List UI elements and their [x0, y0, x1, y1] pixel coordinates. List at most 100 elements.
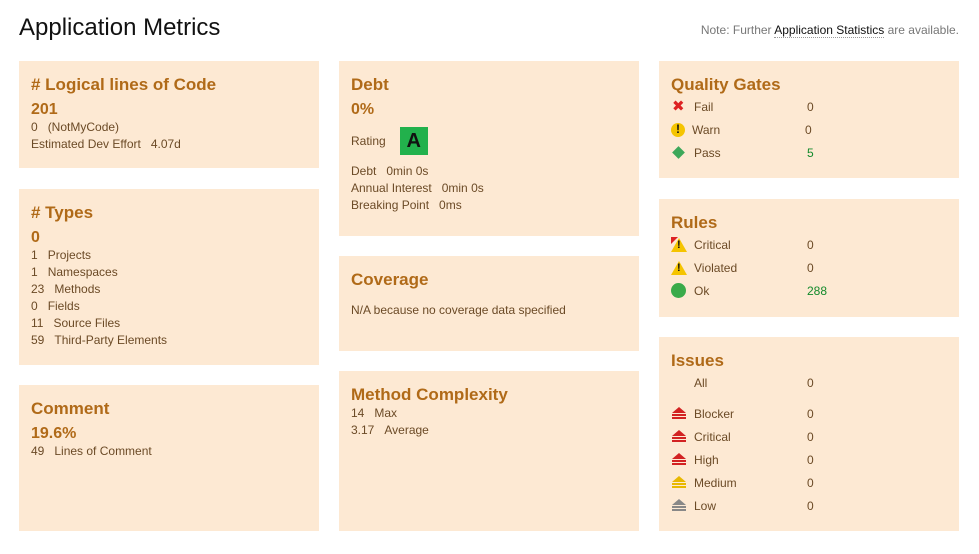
types-row: 1 Projects: [31, 247, 307, 264]
loc-value: 201: [31, 101, 58, 118]
low-icon: [671, 498, 687, 514]
debt-card: Debt 0% Rating A Debt 0min 0s Annual Inte…: [339, 61, 639, 236]
types-row-label: Third-Party Elements: [54, 333, 168, 347]
loc-card: # Logical lines of Code 201 0 (NotMyCode)…: [19, 61, 319, 168]
rules-value: 0: [807, 237, 814, 252]
debt-row-label: Breaking Point: [351, 198, 430, 212]
issues-card: Issues All 0 Blocker 0 Critical 0 High 0 Med…: [659, 337, 959, 531]
issues-label: All: [694, 375, 708, 390]
debt-row-value: 0min 0s: [441, 181, 484, 195]
complexity-max-label: Max: [374, 406, 398, 420]
debt-row: Debt 0min 0s: [351, 163, 627, 180]
quality-gate-pass[interactable]: Pass 5: [671, 141, 947, 164]
issues-critical[interactable]: Critical 0: [671, 425, 947, 448]
issues-high[interactable]: High 0: [671, 448, 947, 471]
rules-label: Violated: [694, 260, 738, 275]
issues-title: Issues: [671, 351, 724, 370]
note-prefix: Note: Further: [700, 23, 775, 37]
statistics-note: Note: Further Application Statistics are…: [700, 23, 959, 38]
issues-blocker[interactable]: Blocker 0: [671, 402, 947, 425]
issues-label: High: [694, 452, 719, 467]
comment-lines: 49 Lines of Comment: [31, 443, 307, 460]
debt-value: 0%: [351, 101, 375, 118]
page-title: Application Metrics: [19, 14, 221, 41]
medium-icon: [671, 475, 687, 491]
types-row: 0 Fields: [31, 298, 307, 315]
debt-row-label: Annual Interest: [351, 181, 432, 195]
types-row-label: Projects: [47, 248, 92, 262]
rules-violated[interactable]: Violated 0: [671, 256, 947, 279]
types-row-count: 1: [31, 248, 38, 262]
comment-value: 19.6%: [31, 425, 77, 442]
complexity-average-value: 3.17: [351, 423, 375, 437]
high-icon: [671, 452, 687, 468]
types-row-label: Fields: [47, 299, 80, 313]
types-row-count: 1: [31, 265, 38, 279]
issues-value: 0: [807, 429, 814, 444]
quality-gate-value: 5: [807, 145, 814, 160]
types-row-label: Source Files: [53, 316, 121, 330]
rules-label: Ok: [694, 283, 710, 298]
blocker-icon: [671, 406, 687, 422]
comment-title: Comment: [31, 399, 110, 418]
quality-gate-label: Warn: [692, 122, 721, 137]
issues-label: Critical: [694, 429, 731, 444]
rating-label: Rating: [351, 134, 386, 148]
debt-row-label: Debt: [351, 164, 377, 178]
types-row-label: Methods: [54, 282, 101, 296]
coverage-card: Coverage N/A because no coverage data sp…: [339, 256, 639, 351]
rules-ok[interactable]: Ok 288: [671, 279, 947, 302]
quality-gate-warn[interactable]: Warn 0: [671, 118, 947, 141]
issues-low[interactable]: Low 0: [671, 494, 947, 517]
fail-icon: [671, 97, 687, 115]
loc-notmycode: 0 (NotMyCode): [31, 119, 307, 136]
complexity-max: 14 Max: [351, 405, 627, 422]
warning-icon: [671, 122, 685, 137]
critical-rule-icon: [671, 236, 687, 253]
violated-rule-icon: [671, 260, 687, 276]
types-title: # Types: [31, 203, 94, 222]
complexity-max-value: 14: [351, 406, 365, 420]
types-row-count: 23: [31, 282, 45, 296]
debt-row-value: 0ms: [439, 198, 462, 212]
application-statistics-link[interactable]: Application Statistics: [774, 23, 885, 38]
loc-title: # Logical lines of Code: [31, 75, 217, 94]
types-row: 1 Namespaces: [31, 264, 307, 281]
types-row-count: 11: [31, 316, 44, 330]
complexity-title: Method Complexity: [351, 385, 508, 404]
comment-lines-label: Lines of Comment: [54, 444, 152, 458]
debt-title: Debt: [351, 75, 389, 94]
issues-medium[interactable]: Medium 0: [671, 471, 947, 494]
issues-label: Medium: [694, 475, 737, 490]
loc-dev-effort-value: 4.07d: [150, 137, 181, 151]
issues-value: 0: [807, 498, 814, 513]
coverage-title: Coverage: [351, 270, 429, 289]
rules-label: Critical: [694, 237, 731, 252]
rules-critical[interactable]: Critical 0: [671, 233, 947, 256]
quality-gate-label: Fail: [694, 99, 714, 114]
rules-value: 0: [807, 260, 814, 275]
issues-value: 0: [807, 406, 814, 421]
rules-value: 288: [807, 283, 828, 298]
complexity-average-label: Average: [384, 423, 429, 437]
issues-value: 0: [807, 475, 814, 490]
debt-row: Breaking Point 0ms: [351, 197, 627, 214]
rules-card: Rules Critical 0 Violated 0 Ok 288: [659, 199, 959, 317]
issues-all[interactable]: All 0: [671, 371, 947, 394]
loc-notmycode-label: (NotMyCode): [47, 120, 120, 134]
quality-gate-fail[interactable]: Fail 0: [671, 95, 947, 118]
comment-card: Comment 19.6% 49 Lines of Comment: [19, 385, 319, 531]
quality-gates-card: Quality Gates Fail 0 Warn 0 Pass 5: [659, 61, 959, 178]
types-row: 59 Third-Party Elements: [31, 332, 307, 349]
note-suffix: are available.: [884, 23, 959, 37]
rating-badge: A: [399, 127, 428, 155]
empty-icon-slot: [671, 375, 687, 391]
complexity-card: Method Complexity 14 Max 3.17 Average: [339, 371, 639, 531]
critical-icon: [671, 429, 687, 445]
types-row-count: 0: [31, 299, 38, 313]
issues-value: 0: [807, 375, 814, 390]
types-card: # Types 0 1 Projects 1 Namespaces 23 Method…: [19, 189, 319, 365]
debt-row: Annual Interest 0min 0s: [351, 180, 627, 197]
loc-dev-effort: Estimated Dev Effort 4.07d: [31, 136, 307, 153]
loc-dev-effort-label: Estimated Dev Effort: [31, 137, 141, 151]
